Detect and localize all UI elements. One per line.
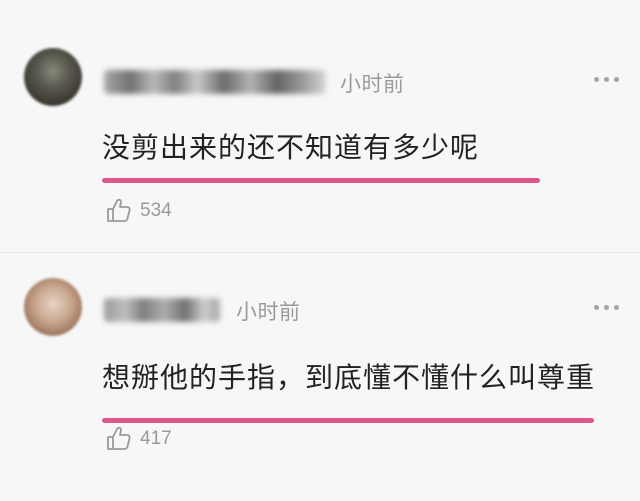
avatar[interactable]	[24, 48, 82, 106]
thumbs-up-icon	[107, 198, 131, 222]
comment-item: 小时前 想掰他的手指，到底懂不懂什么叫尊重 417	[0, 258, 640, 501]
highlight-underline	[102, 418, 594, 423]
comment-time: 小时前	[236, 300, 301, 324]
comment-feed: 小时前 没剪出来的还不知道有多少呢 534 小时前 想掰他的手指，到底懂不懂什么…	[0, 0, 640, 501]
comment-text: 没剪出来的还不知道有多少呢	[102, 131, 480, 164]
comment-text: 想掰他的手指，到底懂不懂什么叫尊重	[102, 361, 596, 394]
more-options-icon[interactable]	[594, 76, 622, 84]
username-blurred[interactable]	[104, 70, 326, 94]
comment-time: 小时前	[340, 72, 405, 96]
like-count: 534	[140, 200, 172, 221]
highlight-underline	[102, 178, 540, 183]
thumbs-up-icon	[107, 426, 131, 450]
like-count: 417	[140, 428, 172, 449]
avatar[interactable]	[24, 278, 82, 336]
more-options-icon[interactable]	[594, 304, 622, 312]
comment-item: 小时前 没剪出来的还不知道有多少呢 534	[0, 30, 640, 252]
divider	[0, 252, 640, 253]
username-blurred[interactable]	[104, 298, 220, 322]
